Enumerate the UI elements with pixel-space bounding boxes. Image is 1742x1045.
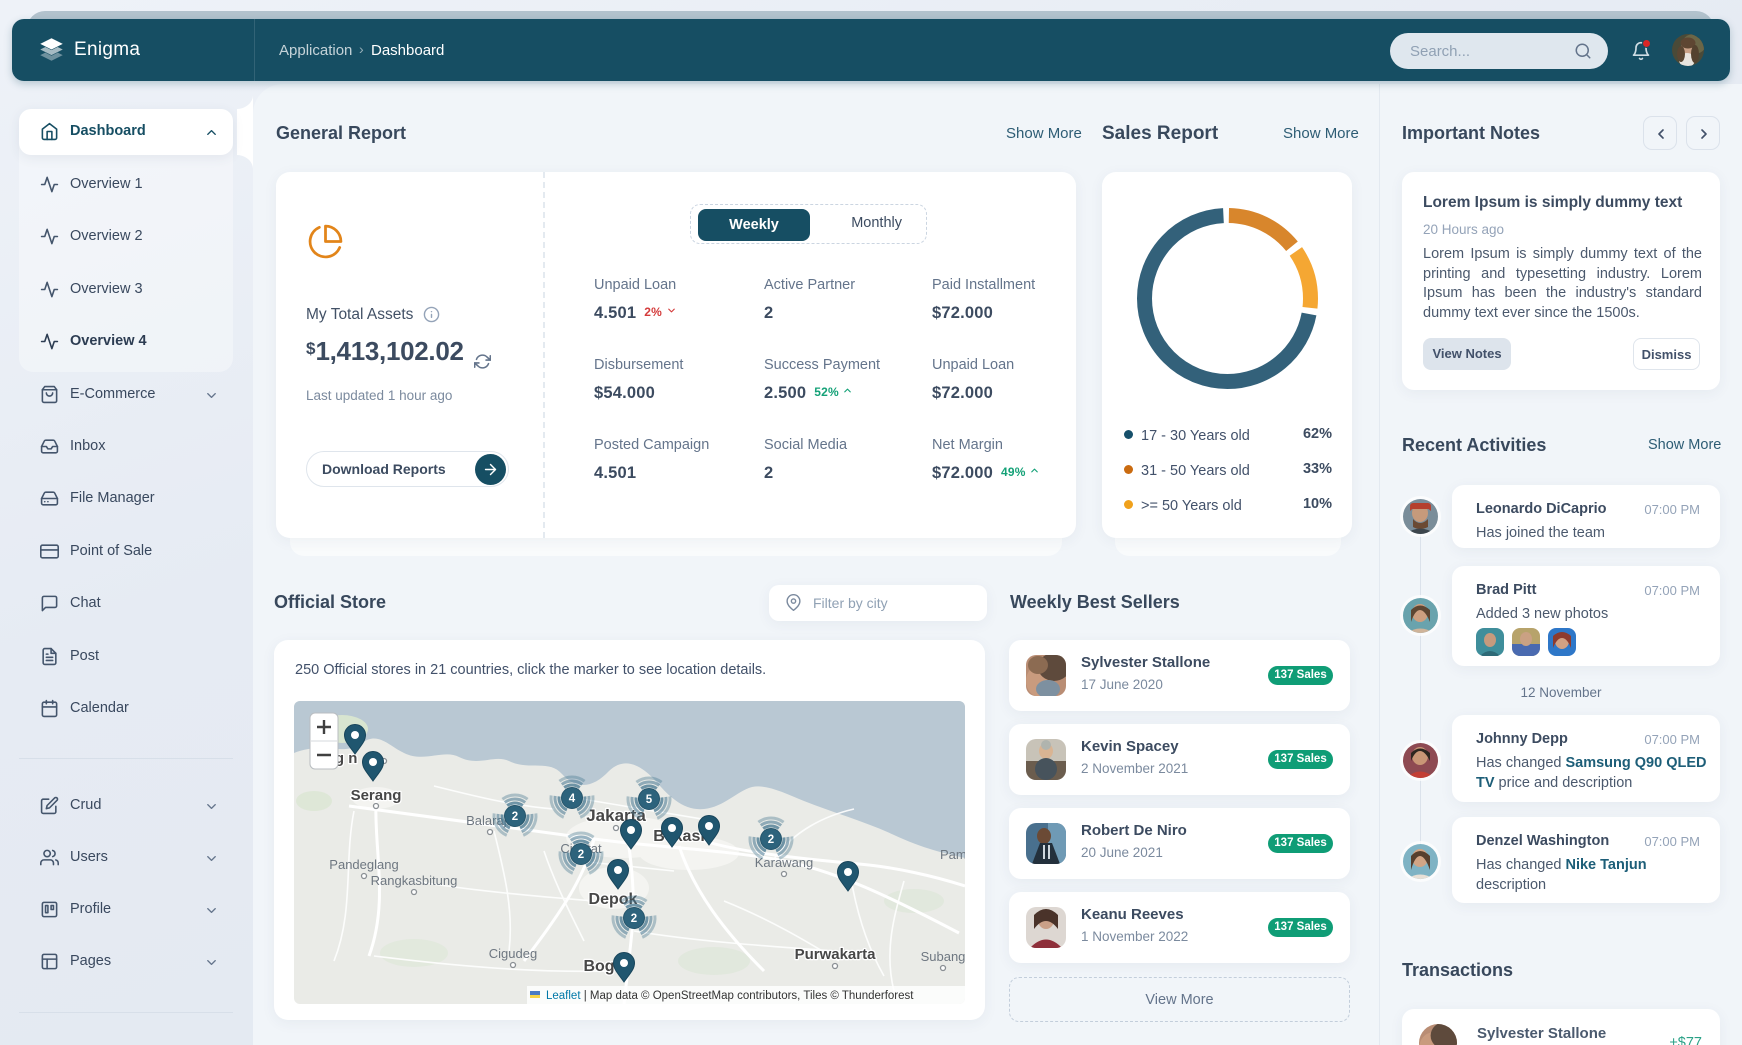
svg-text:Pama: Pama — [940, 847, 965, 862]
svg-text:2: 2 — [512, 811, 518, 823]
svg-text:4: 4 — [569, 793, 576, 805]
svg-text:Cigudeg: Cigudeg — [489, 946, 537, 961]
svg-text:Leaflet | Map data © OpenStree: Leaflet | Map data © OpenStreetMap contr… — [546, 990, 914, 1002]
svg-text:5: 5 — [646, 794, 653, 806]
svg-text:Purwakarta: Purwakarta — [795, 946, 877, 963]
svg-text:2: 2 — [768, 834, 774, 846]
svg-text:Pandeglang: Pandeglang — [329, 857, 398, 872]
svg-text:2: 2 — [578, 849, 584, 861]
svg-text:Serang: Serang — [351, 787, 402, 804]
svg-text:Subang: Subang — [921, 949, 965, 964]
svg-text:2: 2 — [631, 913, 637, 925]
svg-text:Rangkasbitung: Rangkasbitung — [371, 873, 458, 888]
